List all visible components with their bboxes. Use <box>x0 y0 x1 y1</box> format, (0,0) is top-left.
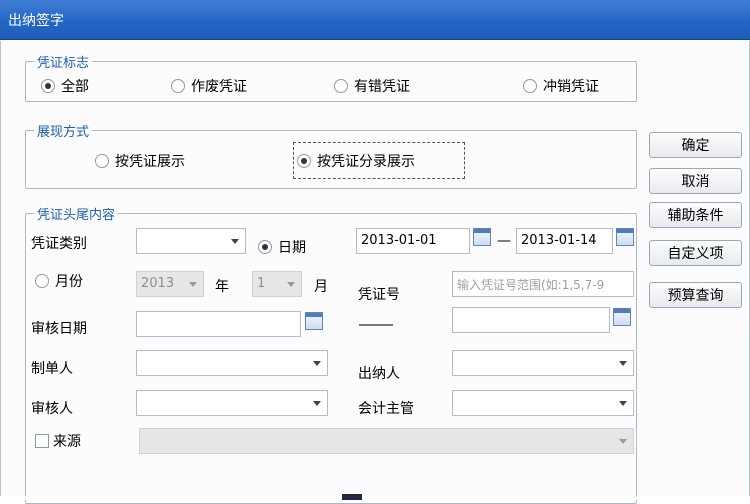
radio-all[interactable]: 全部 <box>41 76 89 96</box>
radio-date-indicator[interactable] <box>258 240 272 254</box>
year-unit-label: 年 <box>215 279 229 295</box>
year-value: 2013 <box>141 276 175 291</box>
radio-by-voucher-entry[interactable]: 按凭证分录展示 <box>297 151 415 171</box>
calendar-icon[interactable] <box>473 228 491 246</box>
audit-date-from-field[interactable] <box>136 311 301 337</box>
accounting-supervisor-select[interactable] <box>452 390 634 416</box>
radio-reversal-voucher-label: 冲销凭证 <box>543 79 599 95</box>
radio-error-voucher-indicator[interactable] <box>334 79 348 93</box>
calendar-icon[interactable] <box>305 312 323 330</box>
display-mode-legend: 展现方式 <box>37 125 90 140</box>
taskbar-handle <box>342 494 362 500</box>
audit-date-to-field[interactable] <box>452 307 610 333</box>
chevron-down-icon <box>231 239 239 244</box>
radio-date[interactable]: 日期 <box>258 237 306 257</box>
voucher-no-label: 凭证号 <box>358 287 400 303</box>
radio-by-voucher-entry-indicator[interactable] <box>297 154 311 168</box>
cancel-button[interactable]: 取消 <box>649 168 742 194</box>
chevron-down-icon <box>189 282 197 287</box>
voucher-no-input[interactable]: 输入凭证号范围(如:1,5,7-9 <box>452 271 634 297</box>
radio-by-voucher[interactable]: 按凭证展示 <box>95 151 185 171</box>
radio-all-label: 全部 <box>61 79 89 95</box>
chevron-down-icon <box>619 439 627 444</box>
voucher-no-placeholder: 输入凭证号范围(如:1,5,7-9 <box>457 278 605 292</box>
calendar-icon[interactable] <box>616 228 634 246</box>
month-unit-label: 月 <box>314 279 328 295</box>
ok-button[interactable]: 确定 <box>649 132 742 158</box>
radio-date-label: 日期 <box>278 240 306 256</box>
radio-month-indicator[interactable] <box>35 274 49 288</box>
date-from-field[interactable]: 2013-01-01 <box>356 228 470 254</box>
month-select[interactable]: 1 <box>252 271 302 297</box>
cashier-label: 出纳人 <box>358 366 400 382</box>
header-content-legend: 凭证头尾内容 <box>37 208 116 223</box>
chevron-down-icon <box>313 361 321 366</box>
radio-reversal-voucher[interactable]: 冲销凭证 <box>523 76 599 96</box>
radio-error-voucher-label: 有错凭证 <box>354 79 410 95</box>
date-to-field[interactable]: 2013-01-14 <box>516 228 613 254</box>
date-to-value: 2013-01-14 <box>521 233 597 248</box>
custom-items-button[interactable]: 自定义项 <box>649 240 742 266</box>
window-bottom-edge <box>0 496 750 500</box>
chevron-down-icon <box>619 401 627 406</box>
budget-query-button[interactable]: 预算查询 <box>649 282 742 308</box>
audit-date-label: 审核日期 <box>31 321 87 337</box>
radio-void-voucher-label: 作废凭证 <box>191 79 247 95</box>
chevron-down-icon <box>287 282 295 287</box>
audit-date-range-separator <box>359 324 393 326</box>
radio-by-voucher-label: 按凭证展示 <box>115 154 185 170</box>
date-from-value: 2013-01-01 <box>361 233 437 248</box>
radio-all-indicator[interactable] <box>41 79 55 93</box>
radio-month[interactable]: 月份 <box>35 271 83 291</box>
title-bar[interactable]: 出纳签字 <box>0 0 750 40</box>
cashier-select[interactable] <box>452 350 634 376</box>
calendar-icon[interactable] <box>613 308 631 326</box>
source-select[interactable] <box>139 428 634 454</box>
radio-by-voucher-entry-label: 按凭证分录展示 <box>317 154 415 170</box>
auditor-select[interactable] <box>136 390 328 416</box>
date-range-separator: — <box>497 233 511 249</box>
radio-error-voucher[interactable]: 有错凭证 <box>334 76 410 96</box>
radio-month-label: 月份 <box>55 274 83 290</box>
aux-conditions-button[interactable]: 辅助条件 <box>649 202 742 228</box>
month-value: 1 <box>257 276 266 291</box>
source-checkbox-label: 来源 <box>53 434 81 450</box>
year-select[interactable]: 2013 <box>136 271 204 297</box>
dialog-body: 凭证标志 全部 作废凭证 有错凭证 冲销凭证 展现方式 按凭证展示 按凭证分录展… <box>0 41 750 504</box>
radio-void-voucher-indicator[interactable] <box>171 79 185 93</box>
voucher-type-select[interactable] <box>136 228 246 254</box>
radio-reversal-voucher-indicator[interactable] <box>523 79 537 93</box>
auditor-label: 审核人 <box>31 401 73 417</box>
radio-by-voucher-indicator[interactable] <box>95 154 109 168</box>
radio-void-voucher[interactable]: 作废凭证 <box>171 76 247 96</box>
maker-select[interactable] <box>136 350 328 376</box>
source-checkbox[interactable] <box>35 434 49 448</box>
maker-label: 制单人 <box>31 361 73 377</box>
window-title: 出纳签字 <box>8 13 64 29</box>
voucher-type-label: 凭证类别 <box>31 236 87 252</box>
chevron-down-icon <box>313 401 321 406</box>
chevron-down-icon <box>619 361 627 366</box>
accounting-supervisor-label: 会计主管 <box>358 401 414 417</box>
voucher-flag-legend: 凭证标志 <box>37 56 90 71</box>
